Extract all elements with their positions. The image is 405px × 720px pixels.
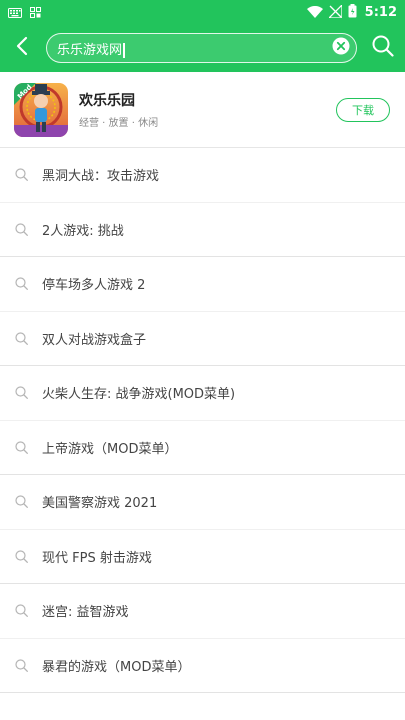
search-icon — [372, 35, 394, 61]
wifi-icon — [306, 3, 323, 22]
suggestion-item[interactable]: 2人游戏: 挑战 — [0, 203, 405, 257]
suggestion-label: 迷宫: 益智游戏 — [42, 605, 129, 621]
back-button[interactable] — [2, 24, 42, 72]
suggestion-label: 上帝游戏（MOD菜单） — [42, 441, 178, 457]
suggestion-item[interactable]: 现代 FPS 射击游戏 — [0, 530, 405, 584]
suggestion-label: 黑洞大战：攻击游戏 — [42, 169, 160, 185]
search-icon — [14, 549, 28, 563]
search-icon — [14, 604, 28, 618]
suggestion-label: 暴君的游戏（MOD菜单） — [42, 659, 191, 675]
text-cursor — [123, 42, 125, 58]
search-button[interactable] — [363, 24, 403, 72]
search-icon — [14, 277, 28, 291]
search-icon — [14, 331, 28, 345]
status-bar: 5:12 — [0, 0, 405, 24]
suggestion-item[interactable]: 火柴人生存: 战争游戏(MOD菜单) — [0, 366, 405, 421]
suggestion-label: 停车场多人游戏 2 — [42, 278, 146, 294]
search-query: 乐乐游戏网 — [57, 42, 123, 58]
search-icon — [14, 168, 28, 182]
clear-icon — [332, 37, 350, 59]
keyboard-icon — [8, 3, 22, 22]
search-input[interactable]: 乐乐游戏网 — [46, 33, 357, 63]
app-icon[interactable]: Mod — [14, 82, 68, 137]
no-signal-icon — [327, 2, 343, 22]
suggestion-item[interactable]: 暴君的游戏（MOD菜单） — [0, 639, 405, 693]
suggestion-label: 2人游戏: 挑战 — [42, 223, 124, 239]
search-icon — [14, 440, 28, 454]
suggestion-item[interactable]: 停车场多人游戏 2 — [0, 257, 405, 312]
back-arrow-icon — [16, 36, 28, 60]
search-icon — [14, 495, 28, 509]
app-result-card[interactable]: Mod 欢乐乐园 经营 · 放置 · 休闲 下载 — [0, 72, 405, 148]
download-button[interactable]: 下载 — [336, 97, 390, 122]
screenshot-icon — [30, 3, 41, 22]
battery-icon — [348, 3, 357, 22]
app-name: 欢乐乐园 — [79, 93, 135, 109]
suggestion-list: 黑洞大战：攻击游戏 2人游戏: 挑战 停车场多人游戏 2 双人对战游戏盒子 火柴… — [0, 148, 405, 693]
suggestion-item[interactable]: 双人对战游戏盒子 — [0, 312, 405, 366]
suggestion-label: 现代 FPS 射击游戏 — [42, 550, 152, 566]
status-time: 5:12 — [364, 4, 397, 20]
search-icon — [14, 386, 28, 400]
suggestion-item[interactable]: 黑洞大战：攻击游戏 — [0, 148, 405, 203]
suggestion-label: 火柴人生存: 战争游戏(MOD菜单) — [42, 387, 236, 403]
search-icon — [14, 222, 28, 236]
suggestion-item[interactable]: 美国警察游戏 2021 — [0, 475, 405, 530]
clear-button[interactable] — [332, 37, 350, 59]
suggestion-label: 双人对战游戏盒子 — [42, 332, 147, 348]
app-tags: 经营 · 放置 · 休闲 — [79, 118, 159, 129]
suggestion-item[interactable]: 迷宫: 益智游戏 — [0, 584, 405, 639]
suggestion-label: 美国警察游戏 2021 — [42, 496, 158, 512]
search-toolbar: 乐乐游戏网 — [0, 24, 405, 72]
app-info: 欢乐乐园 经营 · 放置 · 休闲 — [79, 90, 336, 129]
suggestion-item[interactable]: 上帝游戏（MOD菜单） — [0, 421, 405, 475]
search-icon — [14, 658, 28, 672]
